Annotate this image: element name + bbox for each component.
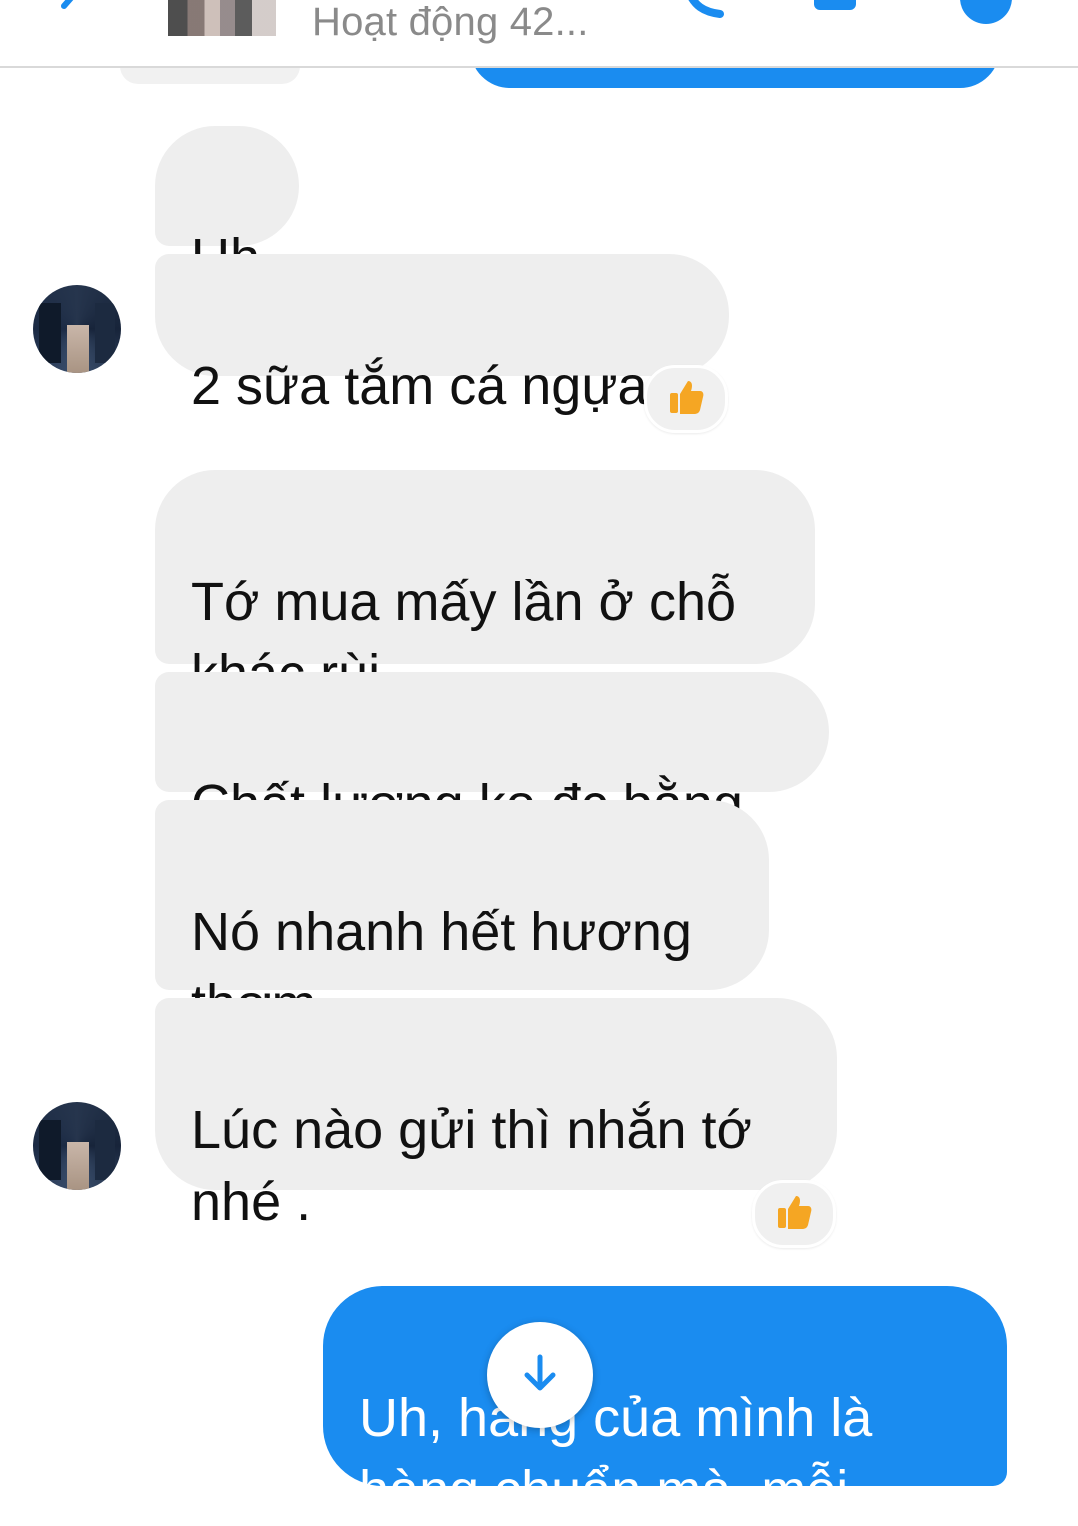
active-status: Hoạt động 42... xyxy=(312,0,589,44)
message-bubble[interactable]: Uh xyxy=(155,126,299,288)
message-bubble[interactable]: Lúc nào gửi thì nhắn tớ nhé . xyxy=(155,998,837,1232)
message-bubble[interactable]: 2 sữa tắm cá ngựa xyxy=(155,254,729,416)
reaction-badge[interactable] xyxy=(752,1180,836,1248)
message-text: Lúc nào gửi thì nhắn tớ nhé . xyxy=(191,1100,752,1232)
message-bubble[interactable]: Nó nhanh hết hương thơm . xyxy=(155,800,769,1034)
video-icon[interactable] xyxy=(810,0,860,25)
outgoing-message-bubble[interactable]: Uh, hàng của mình là hàng chuẩn mà, mỗi xyxy=(323,1286,1007,1520)
sender-avatar[interactable] xyxy=(33,1102,121,1190)
message-bubble[interactable]: Chất lượng ko đc bằng xyxy=(155,672,829,834)
chat-header: Hoạt động 42... xyxy=(0,0,1078,68)
chevron-left-icon[interactable] xyxy=(52,0,92,31)
phone-icon[interactable] xyxy=(680,0,730,25)
reaction-badge[interactable] xyxy=(644,365,728,433)
thumbs-up-icon xyxy=(774,1192,814,1237)
sender-avatar[interactable] xyxy=(33,285,121,373)
scroll-to-bottom-button[interactable] xyxy=(487,1322,593,1428)
message-text: 2 sữa tắm cá ngựa xyxy=(191,356,648,416)
previous-message-edge xyxy=(120,66,300,84)
message-bubble[interactable]: Tớ mua mấy lần ở chỗ khác rùi . xyxy=(155,470,815,704)
thumbs-up-icon xyxy=(666,377,706,422)
arrow-down-icon xyxy=(518,1351,562,1400)
info-icon[interactable] xyxy=(958,0,1014,31)
contact-avatar[interactable] xyxy=(168,0,276,36)
message-text: Uh, hàng của mình là hàng chuẩn mà, mỗi xyxy=(359,1388,873,1520)
